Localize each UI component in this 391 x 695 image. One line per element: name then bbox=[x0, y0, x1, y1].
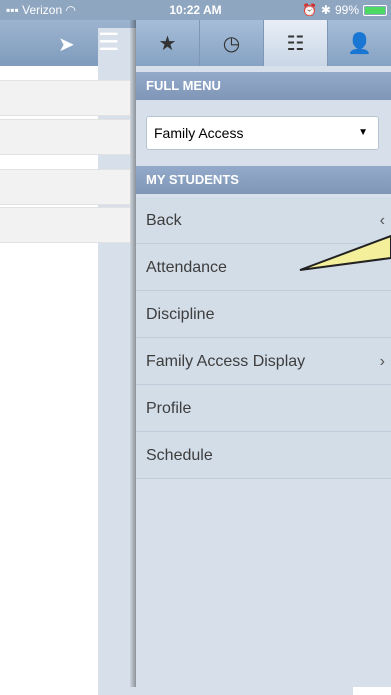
callout-arrow bbox=[299, 234, 391, 271]
